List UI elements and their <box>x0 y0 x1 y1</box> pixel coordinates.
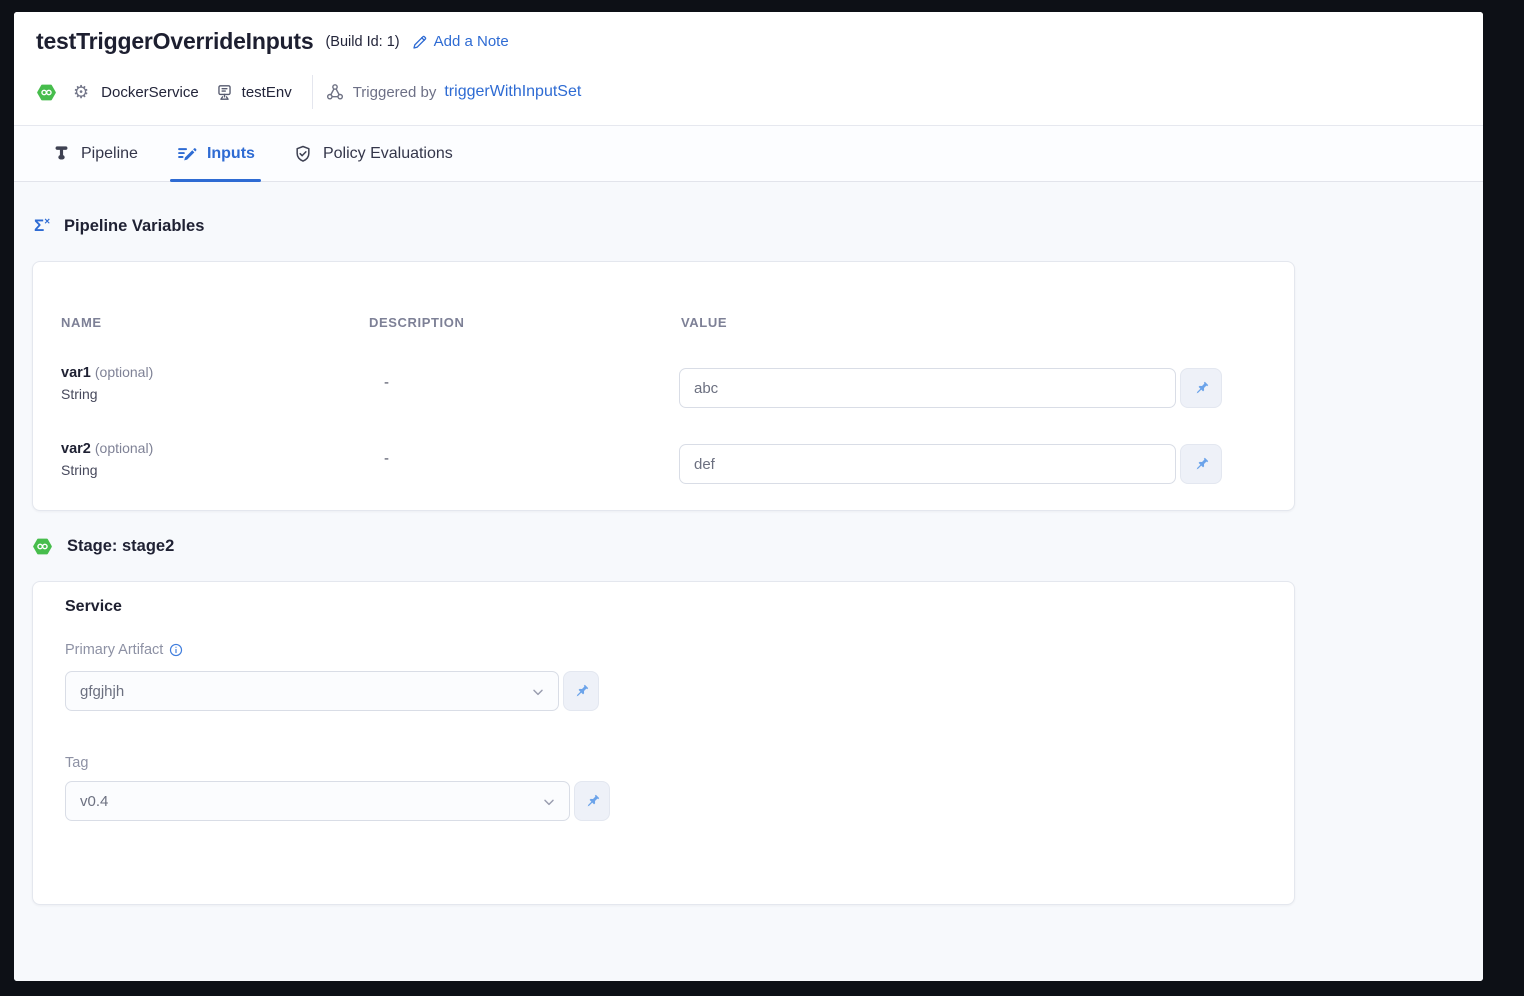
variable-description: - <box>384 450 389 467</box>
page-title: testTriggerOverrideInputs <box>36 28 313 55</box>
add-note-label: Add a Note <box>434 33 509 50</box>
info-icon[interactable] <box>169 643 183 657</box>
variable-name: var2 <box>61 441 91 457</box>
stage-heading: Stage: stage2 <box>32 535 174 558</box>
divider <box>312 75 313 109</box>
column-header-name: NAME <box>61 315 102 330</box>
execution-header: testTriggerOverrideInputs (Build Id: 1) … <box>14 12 1483 125</box>
cd-stage-icon <box>36 81 57 104</box>
environment-name: testEnv <box>242 84 292 101</box>
variable-optional-label: (optional) <box>95 440 153 456</box>
inputs-edit-icon <box>176 143 197 164</box>
service-card: Service Primary Artifact gfgjhjh <box>32 581 1295 905</box>
variable-type: String <box>61 386 153 402</box>
primary-artifact-select[interactable]: gfgjhjh <box>65 671 559 711</box>
variable-row-name: var1 (optional) String <box>61 364 153 402</box>
variable-name: var1 <box>61 365 91 381</box>
tab-pipeline-label: Pipeline <box>81 145 138 163</box>
pin-button[interactable] <box>1180 444 1222 484</box>
variable-value-input[interactable] <box>679 368 1176 408</box>
pin-button[interactable] <box>563 671 599 711</box>
shield-check-icon <box>293 144 313 164</box>
tag-field-group: v0.4 <box>65 781 610 821</box>
inputs-tab-content: Σ× Pipeline Variables NAME DESCRIPTION V… <box>14 182 1483 981</box>
tab-inputs-label: Inputs <box>207 145 255 163</box>
variable-value-group <box>679 368 1222 408</box>
title-row: testTriggerOverrideInputs (Build Id: 1) … <box>36 28 509 55</box>
pin-button[interactable] <box>574 781 610 821</box>
variable-value-group <box>679 444 1222 484</box>
variable-optional-label: (optional) <box>95 364 153 380</box>
variable-value-input[interactable] <box>679 444 1176 484</box>
service-name: DockerService <box>101 84 199 101</box>
build-id: (Build Id: 1) <box>325 34 399 50</box>
pencil-icon <box>412 34 428 50</box>
triggered-by-label: Triggered by <box>353 84 437 101</box>
variable-type: String <box>61 462 153 478</box>
column-header-value: VALUE <box>681 315 727 330</box>
pin-button[interactable] <box>1180 368 1222 408</box>
primary-artifact-field-group: gfgjhjh <box>65 671 599 711</box>
gear-icon: ⚙ <box>73 83 89 101</box>
primary-artifact-value: gfgjhjh <box>80 683 124 700</box>
cd-stage-icon <box>32 535 53 558</box>
pipeline-variables-title: Pipeline Variables <box>64 217 204 236</box>
trigger-link[interactable]: triggerWithInputSet <box>444 83 581 101</box>
chevron-down-icon <box>530 684 546 700</box>
pipeline-variables-heading: Σ× Pipeline Variables <box>34 216 204 236</box>
column-header-description: DESCRIPTION <box>369 315 464 330</box>
tag-select[interactable]: v0.4 <box>65 781 570 821</box>
tab-inputs[interactable]: Inputs <box>174 126 257 181</box>
chevron-down-icon <box>541 794 557 810</box>
variable-row-name: var2 (optional) String <box>61 440 153 478</box>
service-card-title: Service <box>65 598 122 616</box>
primary-artifact-label: Primary Artifact <box>65 642 183 658</box>
webhook-trigger-icon <box>325 82 345 102</box>
tab-policy-label: Policy Evaluations <box>323 145 453 163</box>
meta-row: ⚙ DockerService testEnv <box>36 75 581 109</box>
add-note-button[interactable]: Add a Note <box>412 33 509 50</box>
tab-pipeline[interactable]: Pipeline <box>50 126 140 181</box>
stage-title: Stage: stage2 <box>67 537 174 556</box>
tag-label: Tag <box>65 755 88 771</box>
sigma-variables-icon: Σ× <box>34 216 50 236</box>
tab-bar: Pipeline Inputs Policy Ev <box>14 125 1483 182</box>
app-window: testTriggerOverrideInputs (Build Id: 1) … <box>14 12 1483 981</box>
tab-policy-evaluations[interactable]: Policy Evaluations <box>291 126 455 181</box>
tag-value: v0.4 <box>80 793 108 810</box>
environment-icon <box>215 83 234 102</box>
variable-description: - <box>384 374 389 391</box>
pipeline-icon <box>52 144 71 163</box>
pipeline-variables-card: NAME DESCRIPTION VALUE var1 (optional) S… <box>32 261 1295 511</box>
